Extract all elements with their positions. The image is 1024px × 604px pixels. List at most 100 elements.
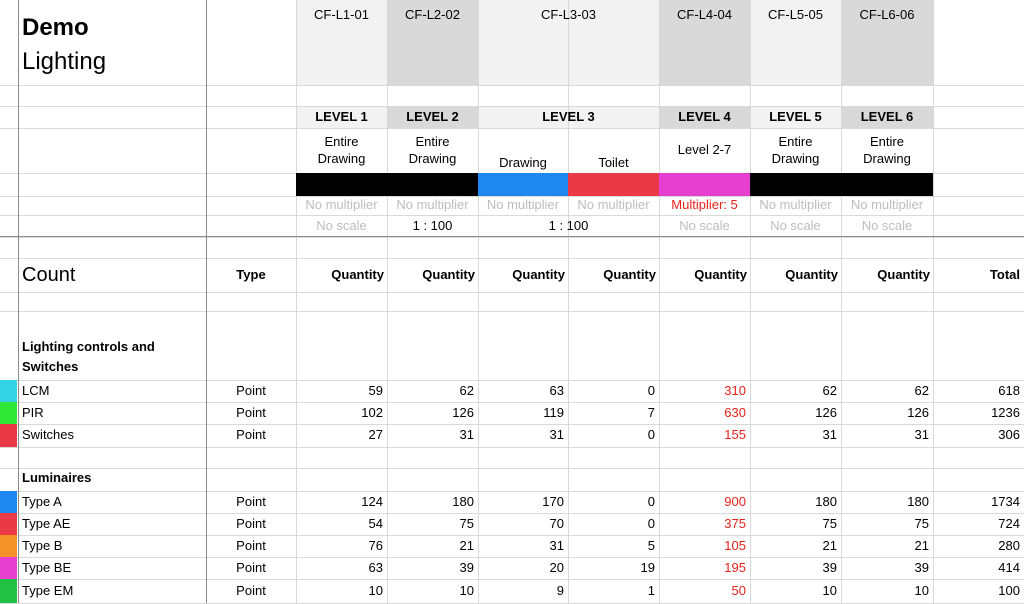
quantity-cell[interactable]: 63 xyxy=(296,557,387,579)
quantity-cell[interactable]: 39 xyxy=(750,557,841,579)
quantity-cell[interactable]: 21 xyxy=(841,535,933,557)
total-cell[interactable]: 100 xyxy=(933,579,1024,603)
quantity-cell[interactable]: 31 xyxy=(478,535,568,557)
scale-label: No scale xyxy=(296,215,387,237)
multiplier-label: No multiplier xyxy=(750,196,841,215)
quantity-cell[interactable]: 54 xyxy=(296,513,387,535)
quantity-cell[interactable]: 75 xyxy=(387,513,478,535)
quantity-header: Quantity xyxy=(568,258,659,292)
scale-label: No scale xyxy=(841,215,933,237)
quantity-cell[interactable]: 62 xyxy=(750,380,841,402)
quantity-header: Quantity xyxy=(387,258,478,292)
total-cell[interactable]: 618 xyxy=(933,380,1024,402)
scale-label: 1 : 100 xyxy=(387,215,478,237)
quantity-cell[interactable]: 31 xyxy=(750,424,841,447)
quantity-cell[interactable]: 900 xyxy=(659,491,750,513)
quantity-cell[interactable]: 19 xyxy=(568,557,659,579)
item-name[interactable]: Type EM xyxy=(18,579,206,603)
quantity-cell[interactable]: 119 xyxy=(478,402,568,424)
quantity-cell[interactable]: 39 xyxy=(387,557,478,579)
quantity-cell[interactable]: 50 xyxy=(659,579,750,603)
quantity-cell[interactable]: 70 xyxy=(478,513,568,535)
quantity-cell[interactable]: 105 xyxy=(659,535,750,557)
quantity-cell[interactable]: 180 xyxy=(841,491,933,513)
quantity-cell[interactable]: 126 xyxy=(841,402,933,424)
quantity-cell[interactable]: 10 xyxy=(750,579,841,603)
quantity-cell[interactable]: 75 xyxy=(750,513,841,535)
quantity-cell[interactable]: 10 xyxy=(387,579,478,603)
quantity-cell[interactable]: 31 xyxy=(841,424,933,447)
quantity-cell[interactable]: 0 xyxy=(568,513,659,535)
item-name[interactable]: LCM xyxy=(18,380,206,402)
quantity-cell[interactable]: 10 xyxy=(841,579,933,603)
quantity-cell[interactable]: 630 xyxy=(659,402,750,424)
quantity-cell[interactable]: 31 xyxy=(478,424,568,447)
total-cell[interactable]: 1236 xyxy=(933,402,1024,424)
drawing-code[interactable]: CF-L3-03 xyxy=(478,0,659,30)
item-name[interactable]: Type AE xyxy=(18,513,206,535)
quantity-cell[interactable]: 7 xyxy=(568,402,659,424)
level-label: LEVEL 4 xyxy=(659,106,750,128)
quantity-cell[interactable]: 21 xyxy=(750,535,841,557)
item-type: Point xyxy=(206,402,296,424)
grid-line xyxy=(0,85,1024,86)
quantity-cell[interactable]: 310 xyxy=(659,380,750,402)
quantity-cell[interactable]: 27 xyxy=(296,424,387,447)
item-name[interactable]: PIR xyxy=(18,402,206,424)
drawing-code[interactable]: CF-L6-06 xyxy=(841,0,933,30)
quantity-cell[interactable]: 1 xyxy=(568,579,659,603)
item-color-swatch xyxy=(0,491,17,513)
drawing-code[interactable]: CF-L5-05 xyxy=(750,0,841,30)
item-name[interactable]: Type A xyxy=(18,491,206,513)
drawing-color-bar xyxy=(478,173,568,196)
drawing-color-bar xyxy=(296,173,387,196)
scale-label: 1 : 100 xyxy=(478,215,659,237)
drawing-color-bar xyxy=(659,173,750,196)
quantity-cell[interactable]: 0 xyxy=(568,424,659,447)
quantity-cell[interactable]: 76 xyxy=(296,535,387,557)
level-label: LEVEL 1 xyxy=(296,106,387,128)
quantity-cell[interactable]: 75 xyxy=(841,513,933,535)
drawing-code[interactable]: CF-L2-02 xyxy=(387,0,478,30)
quantity-cell[interactable]: 63 xyxy=(478,380,568,402)
quantity-cell[interactable]: 155 xyxy=(659,424,750,447)
item-name[interactable]: Type BE xyxy=(18,557,206,579)
total-cell[interactable]: 1734 xyxy=(933,491,1024,513)
quantity-cell[interactable]: 10 xyxy=(296,579,387,603)
drawing-code[interactable]: CF-L4-04 xyxy=(659,0,750,30)
quantity-cell[interactable]: 31 xyxy=(387,424,478,447)
item-color-swatch xyxy=(0,380,17,402)
quantity-cell[interactable]: 39 xyxy=(841,557,933,579)
spreadsheet: DemoLightingCF-L1-01LEVEL 1Entire Drawin… xyxy=(0,0,1024,603)
quantity-header: Quantity xyxy=(659,258,750,292)
item-name[interactable]: Type B xyxy=(18,535,206,557)
level-label: LEVEL 2 xyxy=(387,106,478,128)
quantity-cell[interactable]: 9 xyxy=(478,579,568,603)
quantity-cell[interactable]: 20 xyxy=(478,557,568,579)
total-cell[interactable]: 306 xyxy=(933,424,1024,447)
quantity-cell[interactable]: 180 xyxy=(387,491,478,513)
quantity-cell[interactable]: 62 xyxy=(841,380,933,402)
drawing-code[interactable]: CF-L1-01 xyxy=(296,0,387,30)
quantity-cell[interactable]: 126 xyxy=(387,402,478,424)
quantity-cell[interactable]: 180 xyxy=(750,491,841,513)
quantity-cell[interactable]: 0 xyxy=(568,491,659,513)
total-cell[interactable]: 724 xyxy=(933,513,1024,535)
quantity-cell[interactable]: 170 xyxy=(478,491,568,513)
quantity-header: Quantity xyxy=(750,258,841,292)
total-cell[interactable]: 414 xyxy=(933,557,1024,579)
quantity-cell[interactable]: 126 xyxy=(750,402,841,424)
quantity-cell[interactable]: 5 xyxy=(568,535,659,557)
quantity-cell[interactable]: 62 xyxy=(387,380,478,402)
quantity-cell[interactable]: 102 xyxy=(296,402,387,424)
quantity-cell[interactable]: 21 xyxy=(387,535,478,557)
quantity-cell[interactable]: 195 xyxy=(659,557,750,579)
total-cell[interactable]: 280 xyxy=(933,535,1024,557)
quantity-cell[interactable]: 124 xyxy=(296,491,387,513)
item-color-swatch xyxy=(0,579,17,603)
quantity-cell[interactable]: 0 xyxy=(568,380,659,402)
quantity-cell[interactable]: 375 xyxy=(659,513,750,535)
item-type: Point xyxy=(206,380,296,402)
quantity-cell[interactable]: 59 xyxy=(296,380,387,402)
item-name[interactable]: Switches xyxy=(18,424,206,447)
